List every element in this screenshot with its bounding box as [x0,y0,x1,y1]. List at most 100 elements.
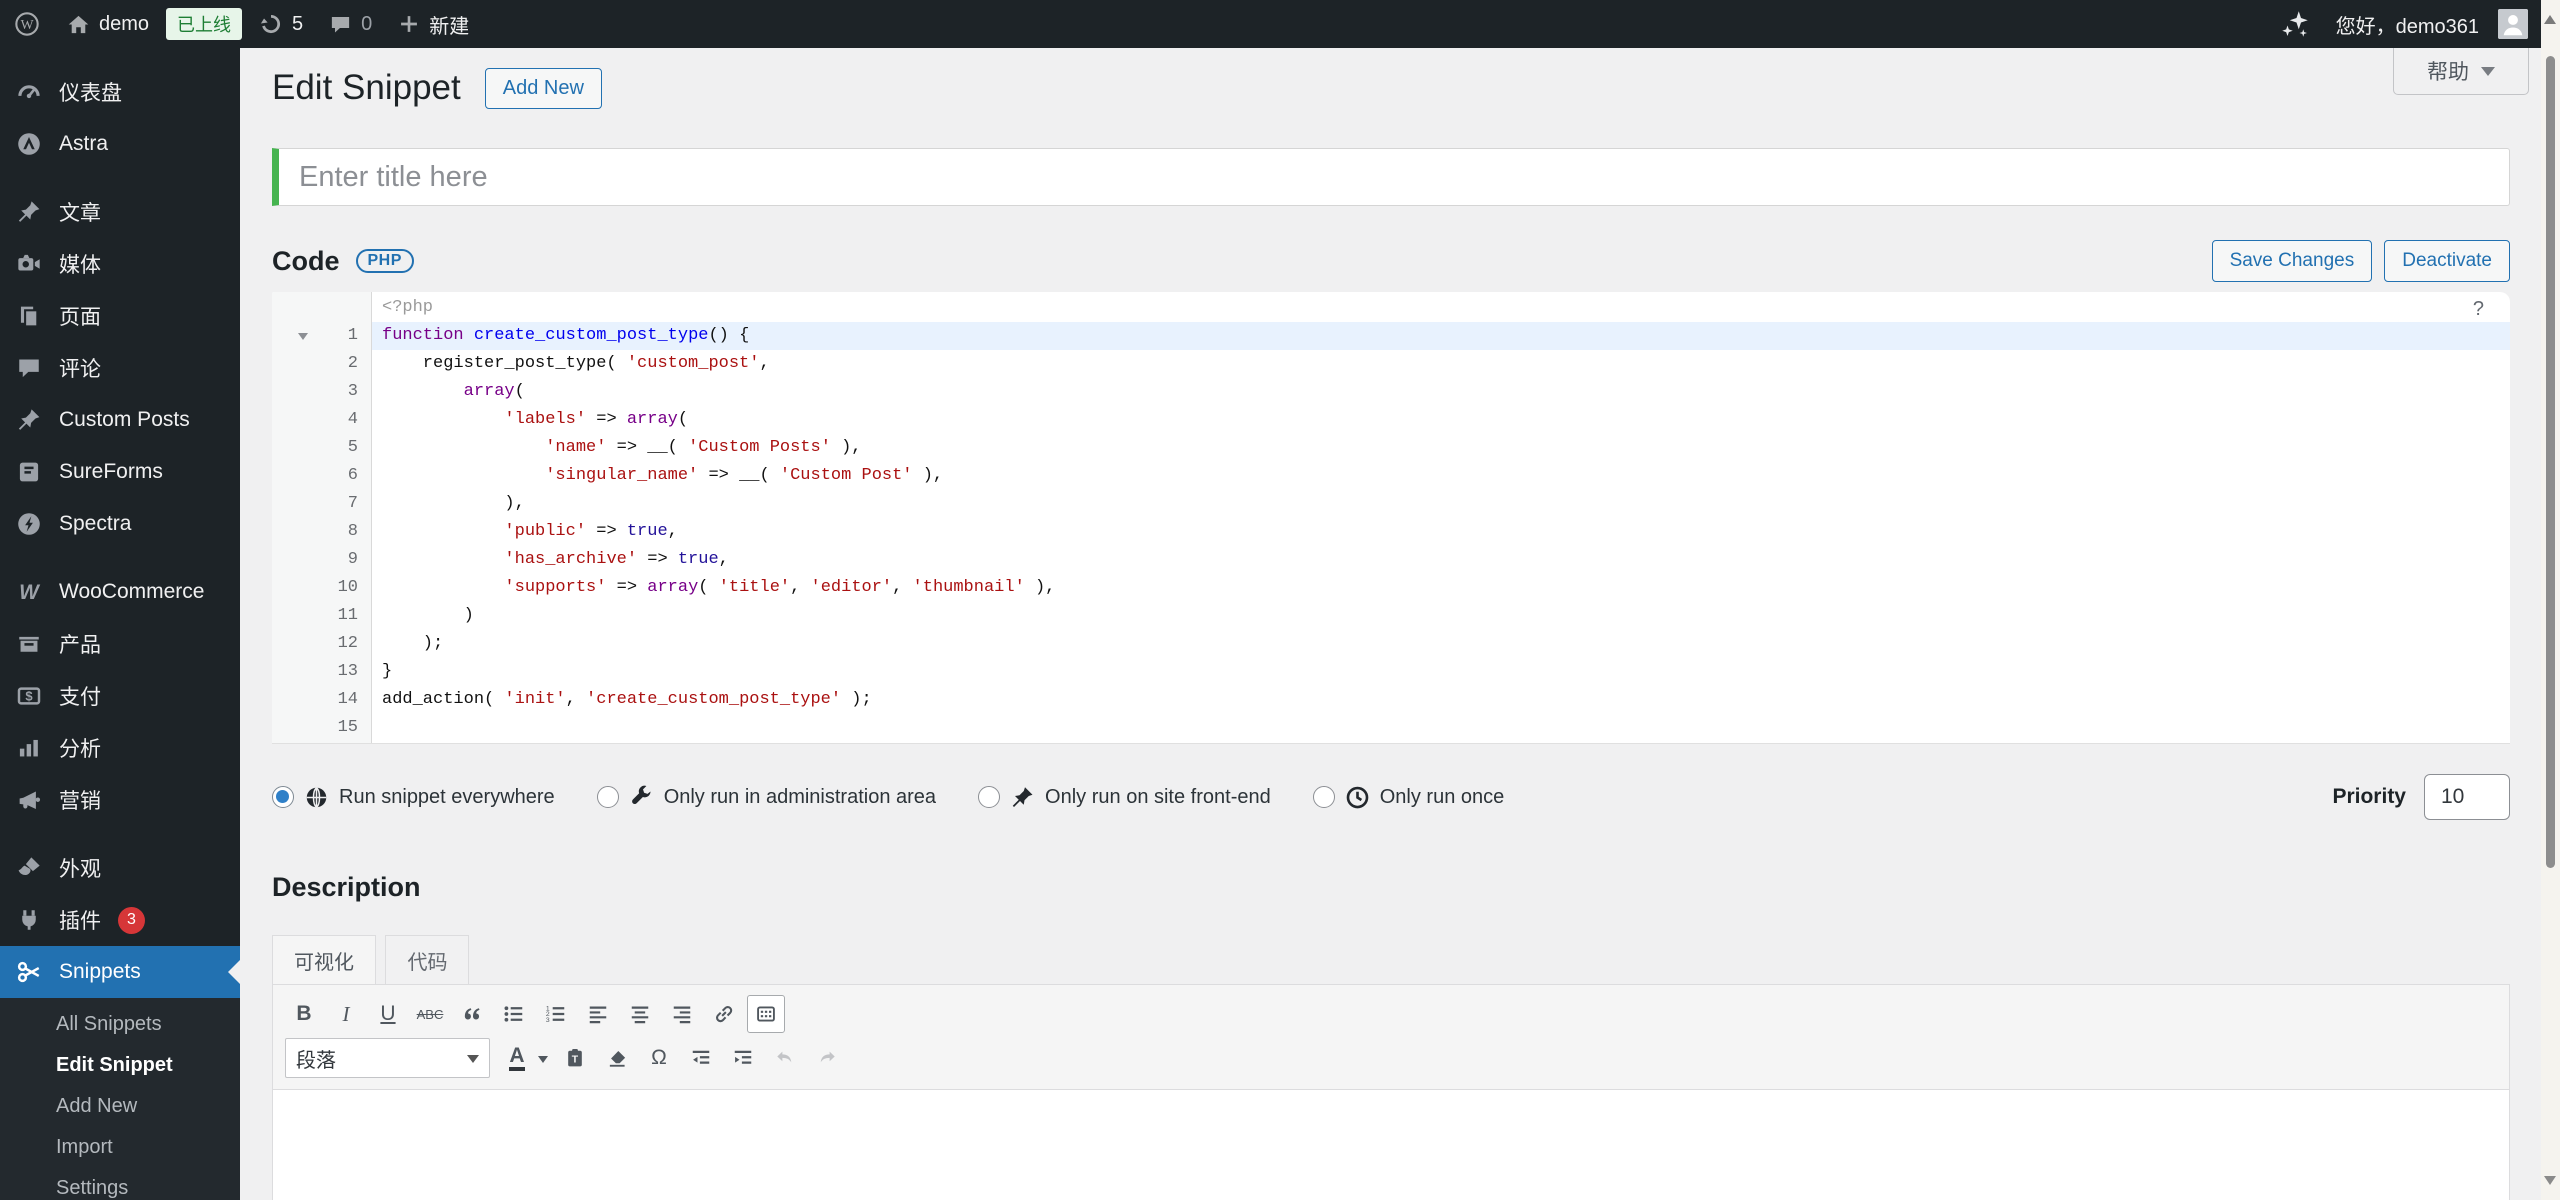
underline-button[interactable]: U [369,995,407,1033]
bold-button[interactable]: B [285,995,323,1033]
code-line[interactable]: 3 array( [272,378,2510,406]
clear-formatting-button[interactable] [598,1039,636,1077]
code-line[interactable]: 15 [272,714,2510,742]
radio-everywhere[interactable] [272,786,294,808]
tab-code[interactable]: 代码 [385,935,469,984]
radio-once[interactable] [1313,786,1335,808]
blockquote-button[interactable] [453,995,491,1033]
paragraph-select[interactable]: 段落 [285,1038,490,1078]
text-color-button[interactable]: A [498,1039,536,1077]
italic-button[interactable]: I [327,995,365,1033]
clock-icon [1345,785,1370,810]
scroll-up-arrow-icon[interactable] [2544,9,2556,24]
sidebar-item-woocommerce[interactable]: WWooCommerce [0,566,240,618]
code-fold-arrow-icon[interactable] [298,333,308,345]
submenu-item-edit-snippet[interactable]: Edit Snippet [0,1045,240,1086]
code-line[interactable]: 13} [272,658,2510,686]
scope-options: Run snippet everywhere Only run in admini… [272,774,2510,820]
sidebar-item-label: 页面 [59,301,101,331]
code-line[interactable]: 4 'labels' => array( [272,406,2510,434]
visit-site-menu[interactable]: demo [54,0,162,48]
text-color-arrow[interactable] [538,1056,548,1068]
sidebar-item-pages[interactable]: 页面 [0,290,240,342]
sidebar-item-media[interactable]: 媒体 [0,238,240,290]
undo-button[interactable] [766,1039,804,1077]
sidebar-item-snippets[interactable]: Snippets [0,946,240,998]
sidebar-item-astra[interactable]: Astra [0,118,240,170]
tab-visual[interactable]: 可视化 [272,935,376,984]
indent-button[interactable] [724,1039,762,1077]
editor-toolbar: BIUABC 123 段落AT Ω [273,985,2509,1090]
code-line[interactable]: 12 ); [272,630,2510,658]
help-tab[interactable]: 帮助 [2393,48,2529,95]
ai-assistant-button[interactable] [2267,0,2323,48]
sidebar-item-payments[interactable]: $支付 [0,670,240,722]
toolbar-toggle-button[interactable] [747,995,785,1033]
paste-as-text-button[interactable]: T [556,1039,594,1077]
code-line[interactable]: 6 'singular_name' => __( 'Custom Post' )… [272,462,2510,490]
scope-option-admin-area[interactable]: Only run in administration area [597,785,936,810]
sidebar-item-posts[interactable]: 文章 [0,186,240,238]
sidebar-item-spectra[interactable]: Spectra [0,498,240,550]
editor-help-icon[interactable]: ? [2473,298,2484,321]
code-line[interactable]: 9 'has_archive' => true, [272,546,2510,574]
code-line[interactable]: 2 register_post_type( 'custom_post', [272,350,2510,378]
redo-button[interactable] [808,1039,846,1077]
scope-option-front-end[interactable]: Only run on site front-end [978,785,1271,810]
updates-indicator[interactable]: 5 [246,0,316,48]
radio-front-end[interactable] [978,786,1000,808]
sidebar-item-products[interactable]: 产品 [0,618,240,670]
add-new-button[interactable]: Add New [485,68,602,109]
code-text: ) [372,602,2510,630]
sidebar-item-comments[interactable]: 评论 [0,342,240,394]
deactivate-button[interactable]: Deactivate [2384,240,2510,282]
description-content-area[interactable] [273,1090,2509,1200]
priority-input[interactable] [2424,774,2510,820]
scope-option-everywhere[interactable]: Run snippet everywhere [272,785,555,810]
page-scrollbar[interactable] [2541,0,2560,1200]
comments-indicator[interactable]: 0 [316,0,385,48]
scroll-down-arrow-icon[interactable] [2544,1176,2556,1191]
save-changes-button[interactable]: Save Changes [2212,240,2373,282]
scope-option-once[interactable]: Only run once [1313,785,1505,810]
new-content-menu[interactable]: 新建 [385,0,482,48]
wordpress-logo-icon[interactable]: W [0,0,54,48]
submenu-item-all-snippets[interactable]: All Snippets [0,1004,240,1045]
code-line[interactable]: 7 ), [272,490,2510,518]
sidebar-item-dashboard[interactable]: 仪表盘 [0,66,240,118]
alignr-icon [671,1003,693,1025]
sidebar-item-marketing[interactable]: 营销 [0,774,240,826]
page-title: Edit Snippet [272,68,461,108]
bulleted-list-button[interactable] [495,995,533,1033]
sidebar-item-custom-posts[interactable]: Custom Posts [0,394,240,446]
strikethrough-button[interactable]: ABC [411,995,449,1033]
submenu-item-import[interactable]: Import [0,1127,240,1168]
numbered-list-button[interactable]: 123 [537,995,575,1033]
align-right-button[interactable] [663,995,701,1033]
sidebar-item-analytics[interactable]: 分析 [0,722,240,774]
radio-admin-area[interactable] [597,786,619,808]
snippet-title-input[interactable] [272,148,2510,206]
align-center-button[interactable] [621,995,659,1033]
sidebar-item-plugins[interactable]: 插件3 [0,894,240,946]
submenu-item-add-new[interactable]: Add New [0,1086,240,1127]
align-left-button[interactable] [579,995,617,1033]
code-line[interactable]: <?php [272,294,2510,322]
outdent-button[interactable] [682,1039,720,1077]
code-line[interactable]: 14add_action( 'init', 'create_custom_pos… [272,686,2510,714]
code-line[interactable]: 11 ) [272,602,2510,630]
code-line[interactable]: 1function create_custom_post_type() { [272,322,2510,350]
code-line[interactable]: 8 'public' => true, [272,518,2510,546]
submenu-item-settings[interactable]: Settings [0,1168,240,1200]
sidebar-item-appearance[interactable]: 外观 [0,842,240,894]
code-line[interactable]: 5 'name' => __( 'Custom Posts' ), [272,434,2510,462]
admin-menu: 仪表盘Astra 文章媒体页面评论Custom PostsSureFormsSpe… [0,48,240,998]
code-line[interactable]: 10 'supports' => array( 'title', 'editor… [272,574,2510,602]
insert-link-button[interactable] [705,995,743,1033]
code-editor[interactable]: <?php1function create_custom_post_type()… [272,292,2510,744]
sidebar-item-sureforms[interactable]: SureForms [0,446,240,498]
special-character-button[interactable]: Ω [640,1039,678,1077]
my-account-menu[interactable]: 您好，demo361 [2323,0,2541,48]
scrollbar-thumb[interactable] [2546,56,2555,868]
line-number: 11 [272,602,372,630]
